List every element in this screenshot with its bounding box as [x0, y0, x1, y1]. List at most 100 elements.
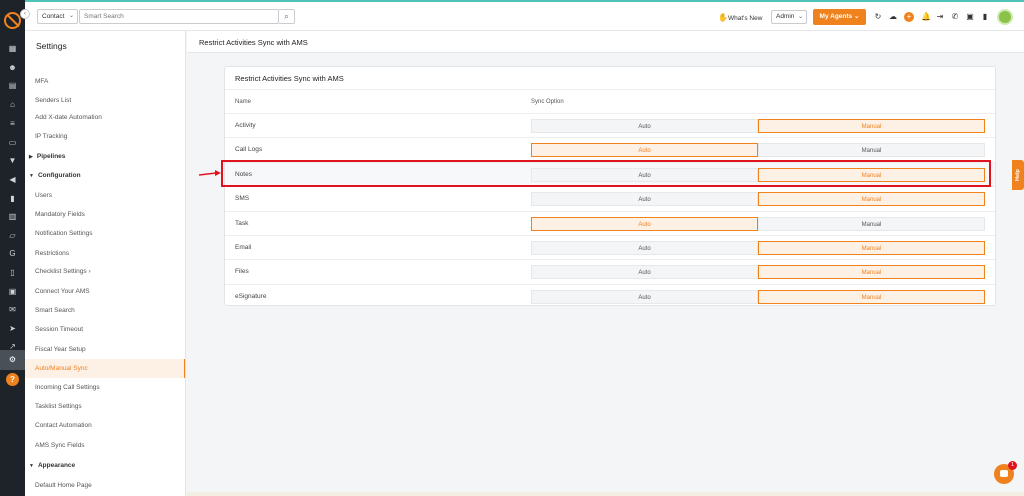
help-circle-icon[interactable]: ? [6, 373, 19, 386]
chevron-down-icon: ⌄ [797, 14, 803, 20]
sidebar-item-notification-settings[interactable]: Notification Settings [35, 224, 185, 243]
add-icon[interactable]: + [904, 12, 914, 22]
manual-option-button[interactable]: Manual [758, 241, 985, 255]
folder-icon[interactable]: ▱ [8, 231, 17, 240]
manual-option-button[interactable]: Manual [758, 289, 985, 304]
row-name: SMS [235, 195, 250, 203]
sidebar-item-restrictions[interactable]: Restrictions [35, 244, 185, 263]
manual-option-button[interactable]: Manual [758, 192, 985, 207]
sidebar-item-fiscal-year-setup[interactable]: Fiscal Year Setup [35, 340, 185, 359]
google-icon[interactable]: G [8, 249, 17, 258]
sidebar-section-configuration[interactable]: ▼ Configuration [29, 166, 81, 185]
manual-option-button[interactable]: Manual [758, 216, 985, 231]
bottom-strip [187, 492, 1024, 496]
cloud-sync-icon[interactable]: ☁ [888, 12, 898, 22]
manual-option-button[interactable]: Manual [758, 143, 985, 158]
documents-icon[interactable]: ▤ [8, 81, 17, 90]
chat-icon [1000, 470, 1008, 477]
sidebar-item-incoming-call-settings[interactable]: Incoming Call Settings [35, 378, 185, 397]
send-icon[interactable]: ➤ [8, 324, 17, 333]
row-name: Activity [235, 122, 256, 129]
auto-option-button[interactable]: Auto [531, 241, 758, 255]
auto-option-button[interactable]: Auto [531, 119, 758, 133]
chevron-right-icon: › [88, 268, 91, 275]
sync-row-call-logs: Call Logs Auto Manual [225, 137, 995, 161]
chat-launcher-button[interactable]: 1 [994, 461, 1017, 484]
auto-option-button[interactable]: Auto [531, 192, 758, 207]
settings-gear-icon[interactable]: ⚙ [0, 350, 25, 370]
row-name: Call Logs [235, 146, 263, 154]
manual-option-button[interactable]: Manual [758, 265, 985, 280]
sidebar-item-mandatory-fields[interactable]: Mandatory Fields [35, 205, 185, 224]
context-select[interactable]: Contact ⌄ [37, 9, 78, 24]
section-label: Pipelines [36, 153, 66, 160]
sidebar-item-tasklist-settings[interactable]: Tasklist Settings [35, 397, 185, 416]
auto-option-button[interactable]: Auto [531, 265, 758, 280]
sync-row-files: Files Auto Manual [225, 259, 995, 283]
caret-down-icon: ▼ [29, 173, 34, 179]
sidebar-item-auto-manual-sync[interactable]: Auto/Manual Sync [25, 359, 185, 378]
sidebar-item-smart-search[interactable]: Smart Search [35, 301, 185, 320]
help-side-tab[interactable]: Help [1012, 160, 1024, 190]
refresh-icon[interactable]: ↻ [873, 12, 883, 22]
auto-option-button[interactable]: Auto [531, 289, 758, 304]
search-icon[interactable]: ⌕ [279, 9, 295, 24]
sidebar-item-x-date-automation[interactable]: Add X-date Automation [35, 108, 185, 127]
sidebar-item-session-timeout[interactable]: Session Timeout [35, 320, 185, 339]
chart-icon[interactable]: ▥ [8, 212, 17, 221]
highlight-annotation [221, 160, 991, 187]
filter-icon[interactable]: ▼ [8, 156, 17, 165]
sidebar-section-appearance[interactable]: ▼ Appearance [29, 456, 75, 475]
dashboard-icon[interactable]: ▦ [8, 44, 17, 53]
list-icon[interactable]: ≡ [8, 119, 17, 128]
app-logo[interactable] [4, 12, 21, 29]
chevron-down-icon: ⌄ [68, 13, 74, 19]
whats-new-link[interactable]: ✋What's New [718, 13, 762, 22]
context-select-value: Contact [42, 13, 65, 20]
sidebar-section-pipelines[interactable]: ▶ Pipelines [29, 147, 65, 166]
column-header-name: Name [235, 99, 252, 105]
page-title: Restrict Activities Sync with AMS [199, 38, 308, 47]
sidebar-item-checklist-settings[interactable]: Checklist Settings › [35, 262, 185, 281]
logout-icon[interactable]: ⇥ [935, 12, 945, 22]
chip-icon[interactable]: ▣ [965, 12, 975, 22]
auto-option-button[interactable]: Auto [531, 216, 758, 231]
notification-bell-icon[interactable]: 🔔 [921, 12, 931, 22]
sidebar-item-contact-automation[interactable]: Contact Automation [35, 416, 185, 435]
user-avatar[interactable] [997, 9, 1013, 25]
bank-icon[interactable]: ⌂ [8, 100, 17, 109]
smart-search-input[interactable] [79, 9, 279, 24]
collapse-rail-icon[interactable]: ‹ [20, 9, 30, 19]
settings-sidebar: Settings MFA Senders List Add X-date Aut… [25, 31, 186, 496]
sidebar-item-users[interactable]: Users [35, 186, 185, 205]
section-label: Configuration [37, 172, 81, 179]
sidebar-item-mfa[interactable]: MFA [35, 72, 185, 91]
auto-option-button[interactable]: Auto [531, 143, 758, 158]
mobile-icon[interactable]: ▮ [980, 12, 990, 22]
page-header: Restrict Activities Sync with AMS [187, 31, 1024, 53]
sidebar-item-default-home-page[interactable]: Default Home Page [35, 476, 185, 495]
phone-icon[interactable]: ✆ [950, 12, 960, 22]
contacts-icon[interactable]: ☻ [8, 63, 17, 72]
report-icon[interactable]: ▮ [8, 194, 17, 203]
card-title: Restrict Activities Sync with AMS [235, 74, 344, 83]
sidebar-item-ip-tracking[interactable]: IP Tracking [35, 127, 185, 146]
divider [225, 89, 995, 90]
my-agents-label: My Agents [819, 13, 853, 20]
sidebar-item-connect-ams[interactable]: Connect Your AMS [35, 282, 185, 301]
row-name: Email [235, 244, 252, 251]
calendar-icon[interactable]: ▣ [8, 287, 17, 296]
my-agents-button[interactable]: My Agents ⌄ [813, 9, 866, 25]
row-name: eSignature [235, 292, 267, 300]
top-bar: Contact ⌄ ⌕ ✋What's New Admin ⌄ My Agent… [25, 0, 1024, 31]
file-icon[interactable]: ▯ [8, 268, 17, 277]
hand-wave-icon: ✋ [718, 13, 728, 22]
manual-option-button[interactable]: Manual [758, 119, 985, 133]
column-header-sync-option: Sync Option [531, 99, 564, 105]
sidebar-item-ams-sync-fields[interactable]: AMS Sync Fields [35, 436, 185, 455]
role-select[interactable]: Admin ⌄ [771, 10, 807, 24]
sync-row-activity: Activity Auto Manual [225, 113, 995, 137]
mail-icon[interactable]: ✉ [8, 305, 17, 314]
megaphone-icon[interactable]: ◀ [8, 175, 17, 184]
card-icon[interactable]: ▭ [8, 138, 17, 147]
